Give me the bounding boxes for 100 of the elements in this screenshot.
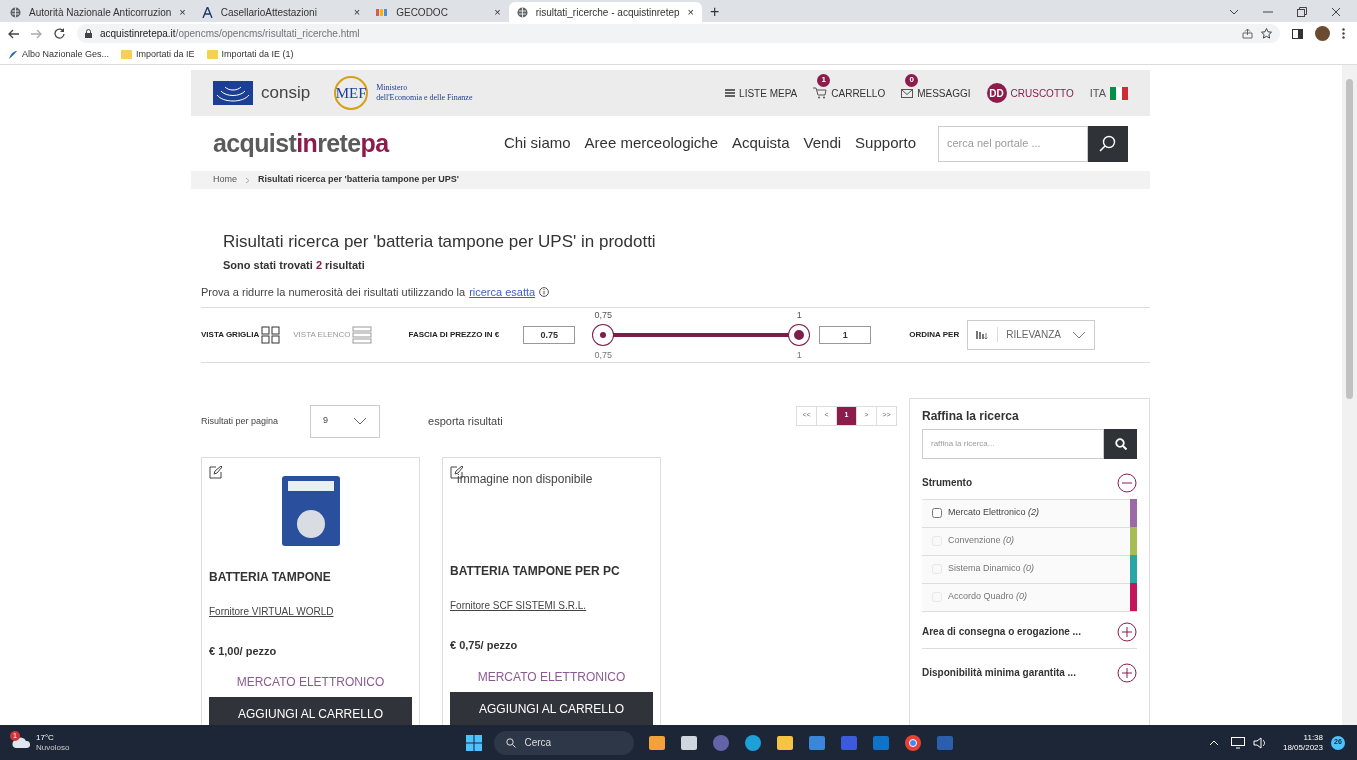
more-menu-icon[interactable]: [1342, 28, 1345, 39]
header-link[interactable]: ITA: [1089, 84, 1128, 102]
logo-text[interactable]: pa: [360, 128, 389, 157]
tab-title: CasellarioAttestazioni: [220, 5, 318, 20]
search-button[interactable]: [1104, 428, 1137, 459]
search-icon: [1114, 437, 1127, 450]
leaf-icon: [8, 49, 18, 60]
exact-search-link[interactable]: ricerca esatta: [469, 284, 536, 301]
reload-icon[interactable]: [54, 28, 65, 39]
export-results-link[interactable]: esporta risultati: [428, 412, 503, 429]
tab-close-button[interactable]: ×: [353, 3, 361, 21]
supplier-link[interactable]: Fornitore VIRTUAL WORLD: [209, 603, 412, 619]
bookmark-item[interactable]: Importati da IE (1): [206, 47, 294, 62]
product-name[interactable]: BATTERIA TAMPONE: [209, 567, 412, 586]
nav-link[interactable]: Vendi: [803, 132, 842, 155]
back-arrow-icon[interactable]: [8, 28, 19, 39]
restore-icon[interactable]: [1297, 7, 1307, 17]
nav-link[interactable]: Chi siamo: [503, 132, 571, 155]
logo-text[interactable]: acquist: [213, 128, 297, 157]
url-text: acquistinretepa.it/opencms/opencms/risultati_ricerche.html: [100, 27, 361, 41]
network-icon[interactable]: [1230, 736, 1245, 749]
per-page-dropdown[interactable]: 9: [310, 404, 381, 438]
filter-section-header[interactable]: Disponibilità minima garantita ...: [922, 662, 1137, 683]
slider-value-label: 1: [796, 348, 802, 362]
tab-close-button[interactable]: ×: [179, 3, 186, 21]
consip-logo-icon: [213, 81, 253, 105]
taskbar-app-icon[interactable]: [680, 733, 699, 752]
bookmark-item[interactable]: Importati da IE: [121, 47, 195, 62]
menu-icon: [725, 89, 736, 97]
slider-handle[interactable]: [593, 324, 614, 345]
min-price-field[interactable]: 0.75: [523, 325, 576, 344]
per-page-label: Risultati per pagina: [201, 414, 279, 428]
profile-avatar[interactable]: [1315, 26, 1330, 41]
header-link[interactable]: DD CRUSCOTTO: [986, 83, 1074, 103]
taskbar-app-icon[interactable]: [744, 733, 763, 752]
tab-close-button[interactable]: ×: [687, 3, 694, 21]
cloud-icon: [12, 736, 32, 749]
taskbar-app-icon[interactable]: [776, 733, 795, 752]
add-to-cart-button[interactable]: AGGIUNGI AL CARRELLO: [450, 691, 653, 725]
folder-icon: [206, 50, 218, 59]
nav-link[interactable]: Supporto: [855, 132, 916, 155]
header-link[interactable]: CARRELLO: [813, 85, 886, 101]
clock[interactable]: 11:38 18/05/2023: [1282, 732, 1323, 753]
taskbar-app-icon[interactable]: [648, 733, 667, 752]
option-label: Convenzione (0): [948, 534, 1016, 548]
collapse-icon: [1117, 472, 1137, 493]
globe-icon: [10, 6, 21, 18]
speaker-icon[interactable]: [1252, 736, 1267, 749]
breadcrumb-link[interactable]: Home: [213, 173, 237, 187]
nav-link[interactable]: Aree merceologiche: [584, 132, 718, 155]
logo-text[interactable]: in: [296, 128, 318, 157]
refine-search-field[interactable]: raffina la ricerca...: [922, 428, 1104, 459]
results-count: Sono stati trovati 2 risultati: [223, 257, 366, 273]
max-price-field[interactable]: 1: [819, 325, 872, 344]
chevron-up-icon[interactable]: [1208, 739, 1219, 746]
header-link[interactable]: LISTE MEPA: [725, 85, 798, 101]
slider-value-label: 0,75: [594, 308, 613, 322]
grid-icon: [261, 325, 282, 344]
scrollbar[interactable]: [1342, 65, 1357, 725]
count-badge: 0: [905, 73, 919, 87]
search-icon: [506, 737, 517, 748]
chevron-down-icon[interactable]: [1229, 9, 1239, 15]
taskbar-search-field[interactable]: Cerca: [494, 730, 635, 755]
price-range-label: FASCIA DI PREZZO IN €: [408, 328, 500, 341]
market-label: MERCATO ELETTRONICO: [476, 668, 627, 686]
tab-close-button[interactable]: ×: [494, 3, 501, 21]
new-tab-button[interactable]: +: [710, 2, 720, 22]
list-icon: [352, 325, 373, 344]
broken-image-text: immagine non disponibile: [457, 470, 593, 488]
header-link[interactable]: MESSAGGI: [901, 85, 971, 101]
info-icon[interactable]: [539, 287, 550, 298]
envelope-icon: [901, 88, 914, 98]
address-bar[interactable]: acquistinretepa.it/opencms/opencms/risultati_ricerche.html: [77, 24, 1280, 43]
sort-label: ORDINA PER: [909, 328, 960, 341]
search-field[interactable]: cerca nel portale ...: [938, 125, 1088, 162]
logo-text[interactable]: rete: [317, 128, 361, 157]
side-panel-icon[interactable]: [1292, 28, 1303, 39]
share-icon[interactable]: [1242, 28, 1253, 39]
filter-section-header[interactable]: Strumento: [922, 472, 1137, 493]
option-label: Accordo Quadro (0): [948, 590, 1029, 604]
slider-handle[interactable]: [789, 324, 810, 345]
slider-value-label: 0,75: [594, 348, 613, 362]
product-name[interactable]: BATTERIA TAMPONE PER PC: [450, 562, 653, 580]
checkbox[interactable]: [932, 508, 942, 518]
bookmark-item[interactable]: Albo Nazionale Ges...: [8, 47, 110, 62]
search-button[interactable]: [1088, 125, 1128, 162]
sort-dropdown[interactable]: RILEVANZA: [967, 319, 1096, 350]
close-icon[interactable]: [1331, 7, 1341, 17]
battery-package-photo: [281, 475, 340, 546]
nav-link[interactable]: Acquista: [732, 132, 790, 155]
star-icon[interactable]: [1261, 28, 1272, 39]
supplier-link[interactable]: Fornitore SCF SISTEMI S.R.L.: [450, 598, 653, 613]
taskbar-app-icon[interactable]: [904, 733, 923, 752]
windows-start-icon[interactable]: [466, 734, 483, 751]
edit-icon[interactable]: [209, 465, 222, 479]
view-toggle[interactable]: VISTA GRIGLIA: [201, 325, 282, 344]
option-label: Mercato Elettronico (2): [948, 506, 1041, 520]
add-to-cart-button[interactable]: AGGIUNGI AL CARRELLO: [209, 697, 412, 725]
browser-tab[interactable]: risultati_ricerche - acquistinretep ×: [508, 2, 702, 22]
filter-section-header[interactable]: Area di consegna o erogazione ...: [922, 621, 1137, 642]
